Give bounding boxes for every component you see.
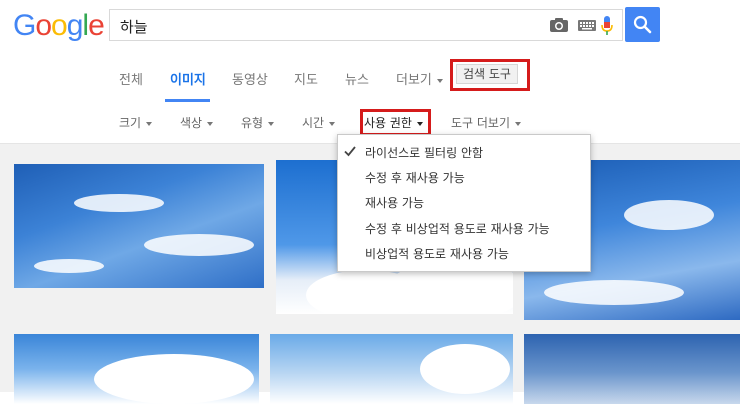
menu-item-reuse-modify[interactable]: 수정 후 재사용 가능 xyxy=(365,169,465,186)
filter-type[interactable]: 유형 xyxy=(241,114,275,131)
filter-time[interactable]: 시간 xyxy=(302,114,336,131)
filter-label: 도구 더보기 xyxy=(451,116,511,130)
filter-color[interactable]: 색상 xyxy=(180,114,214,131)
caret-down-icon xyxy=(146,121,153,126)
menu-item-label: 라이선스로 필터링 안함 xyxy=(365,146,484,160)
caret-down-icon xyxy=(207,121,214,126)
search-input[interactable]: 하늘 xyxy=(109,9,623,41)
tab-news[interactable]: 뉴스 xyxy=(345,69,369,88)
filter-label: 유형 xyxy=(241,116,264,130)
search-tabs: 전체 이미지 동영상 지도 뉴스 더보기 xyxy=(0,52,740,104)
usage-rights-menu: 라이선스로 필터링 안함 수정 후 재사용 가능 재사용 가능 수정 후 비상업… xyxy=(337,134,591,272)
image-result[interactable] xyxy=(14,334,259,404)
tab-images[interactable]: 이미지 xyxy=(170,69,206,88)
microphone-icon[interactable] xyxy=(601,16,613,36)
logo-letter: o xyxy=(35,9,52,42)
tab-more-label: 더보기 xyxy=(396,73,432,88)
menu-item-reuse[interactable]: 재사용 가능 xyxy=(365,194,424,211)
search-input-value: 하늘 xyxy=(120,18,148,36)
search-icon xyxy=(633,15,652,34)
caret-down-icon xyxy=(436,78,443,83)
active-tab-indicator xyxy=(165,99,210,102)
tab-maps[interactable]: 지도 xyxy=(294,69,318,88)
google-logo[interactable]: Google xyxy=(13,9,105,43)
highlight-box xyxy=(360,109,431,136)
menu-item-noncommercial-reuse[interactable]: 비상업적 용도로 재사용 가능 xyxy=(365,245,509,262)
image-result[interactable] xyxy=(270,334,513,404)
check-icon xyxy=(344,146,356,157)
logo-letter: g xyxy=(66,9,84,42)
top-bar: Google 하늘 xyxy=(0,0,740,52)
logo-letter: G xyxy=(13,9,36,42)
menu-item-no-filter[interactable]: 라이선스로 필터링 안함 xyxy=(344,144,484,161)
filter-label: 색상 xyxy=(180,116,203,130)
highlight-box xyxy=(450,59,530,91)
menu-item-noncommercial-reuse-modify[interactable]: 수정 후 비상업적 용도로 재사용 가능 xyxy=(365,220,550,237)
tab-more[interactable]: 더보기 xyxy=(396,69,443,88)
caret-down-icon xyxy=(268,121,275,126)
filter-label: 크기 xyxy=(119,116,142,130)
filter-label: 시간 xyxy=(302,116,325,130)
caret-down-icon xyxy=(515,121,522,126)
tab-all[interactable]: 전체 xyxy=(119,69,143,88)
caret-down-icon xyxy=(329,121,336,126)
logo-letter: o xyxy=(51,9,68,42)
filter-size[interactable]: 크기 xyxy=(119,114,153,131)
logo-letter: e xyxy=(88,9,105,42)
tab-videos[interactable]: 동영상 xyxy=(232,69,268,88)
image-result[interactable] xyxy=(524,334,740,404)
search-button[interactable] xyxy=(625,7,660,42)
image-result[interactable] xyxy=(14,164,264,288)
camera-icon[interactable] xyxy=(549,17,569,33)
filter-more-tools[interactable]: 도구 더보기 xyxy=(451,114,522,131)
keyboard-icon[interactable] xyxy=(578,20,596,31)
